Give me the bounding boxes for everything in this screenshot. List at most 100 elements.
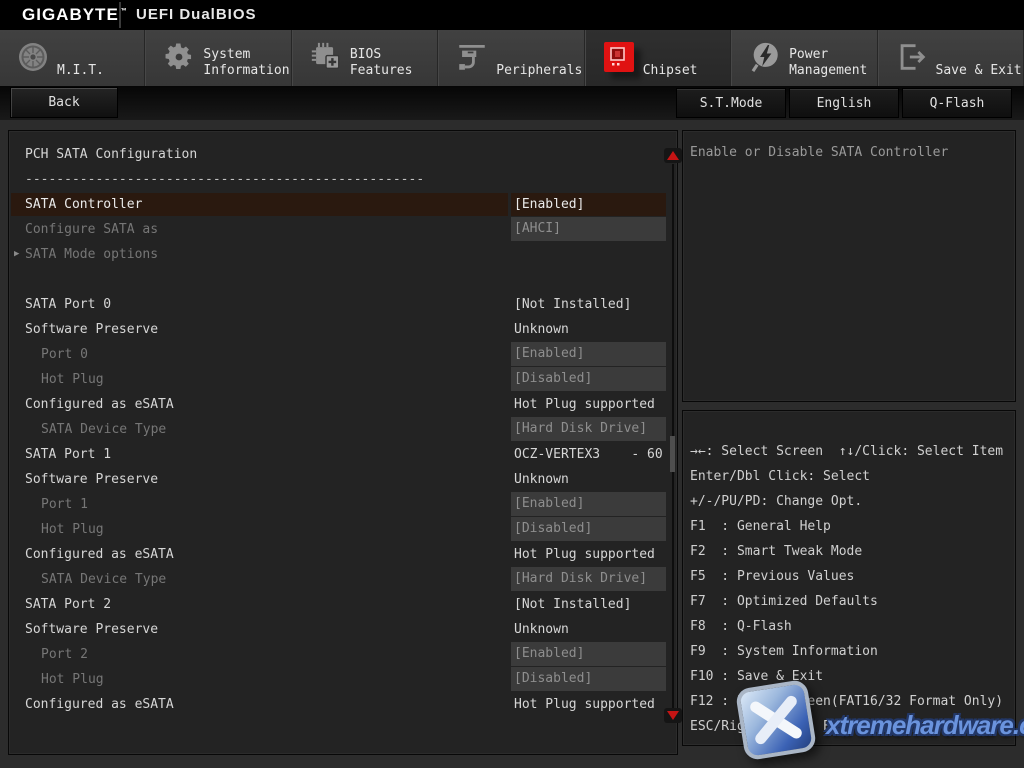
setting-label: Hot Plug xyxy=(41,667,104,692)
tab-label: Peripherals xyxy=(496,63,591,79)
tab-label: M.I.T. xyxy=(57,63,152,79)
scroll-down-icon xyxy=(667,711,679,720)
setting-label: Configure SATA as xyxy=(25,217,158,242)
setting-row-sata-device-type[interactable]: SATA Device Type[Hard Disk Drive] xyxy=(9,417,677,442)
setting-row-sata-port-2[interactable]: SATA Port 2 [Not Installed] xyxy=(9,592,677,617)
q-flash-button[interactable]: Q-Flash xyxy=(902,88,1012,118)
scroll-up-button[interactable] xyxy=(664,148,682,163)
setting-value: Unknown xyxy=(511,467,666,492)
chipset-icon xyxy=(602,40,636,74)
setting-row-configured-as-esata[interactable]: Configured as eSATA Hot Plug supported xyxy=(9,692,677,717)
key-legend-line: F8 : Q-Flash xyxy=(690,614,1012,639)
setting-label: Hot Plug xyxy=(41,517,104,542)
key-legend-line: F7 : Optimized Defaults xyxy=(690,589,1012,614)
setting-row-port-2[interactable]: Port 2[Enabled] xyxy=(9,642,677,667)
setting-label: SATA Device Type xyxy=(41,567,166,592)
submenu-arrow-icon: ▶ xyxy=(14,242,19,267)
setting-value: Hot Plug supported xyxy=(511,542,666,567)
tab-peripherals[interactable]: Peripherals xyxy=(438,30,584,86)
st-mode-button[interactable]: S.T.Mode xyxy=(676,88,786,118)
tab-label: Power Management xyxy=(789,47,884,79)
setting-row-configured-as-esata[interactable]: Configured as eSATA Hot Plug supported xyxy=(9,392,677,417)
tab-bios-features[interactable]: BIOS Features xyxy=(292,30,438,86)
setting-label: Configured as eSATA xyxy=(25,542,174,567)
setting-row-hot-plug[interactable]: Hot Plug [Disabled] xyxy=(9,667,677,692)
setting-label: SATA Port 1 xyxy=(25,442,111,467)
firmware-title: UEFI DualBIOS xyxy=(136,6,257,23)
peripherals-icon xyxy=(455,40,489,74)
back-button[interactable]: Back xyxy=(10,87,118,118)
setting-row-configured-as-esata[interactable]: Configured as eSATA Hot Plug supported xyxy=(9,542,677,567)
settings-panel: PCH SATA Configuration -----------------… xyxy=(8,130,678,755)
tab-label: BIOS Features xyxy=(350,47,445,79)
language-button[interactable]: English xyxy=(789,88,899,118)
gigabyte-logo: GIGABYTE™ xyxy=(22,5,128,25)
setting-label: Port 0 xyxy=(41,342,88,367)
setting-row-software-preserve[interactable]: Software PreserveUnknown xyxy=(9,617,677,642)
setting-row-sata-device-type[interactable]: SATA Device Type [Hard Disk Drive] xyxy=(9,567,677,592)
setting-value: Unknown xyxy=(511,617,666,642)
key-legend-line: Enter/Dbl Click: Select xyxy=(690,464,1012,489)
setting-value: [Disabled] xyxy=(511,517,666,541)
setting-value: [Hard Disk Drive] xyxy=(511,567,666,591)
setting-row-hot-plug[interactable]: Hot Plug[Disabled] xyxy=(9,367,677,392)
setting-label: Hot Plug xyxy=(41,367,104,392)
setting-label: Software Preserve xyxy=(25,317,158,342)
power-management-icon xyxy=(748,40,782,74)
tab-label: Chipset xyxy=(643,63,738,79)
key-legend-line: →←: Select Screen ↑↓/Click: Select Item xyxy=(690,439,1012,464)
settings-list: SATA Controller[Enabled]Configure SATA a… xyxy=(9,192,677,717)
bios-screen: GIGABYTE™ UEFI DualBIOS M.I.T.System Inf… xyxy=(0,0,1024,768)
item-help-panel: Enable or Disable SATA Controller xyxy=(682,130,1016,402)
setting-value: [Enabled] xyxy=(511,642,666,666)
key-legend-line: F2 : Smart Tweak Mode xyxy=(690,539,1012,564)
setting-label: SATA Port 2 xyxy=(25,592,111,617)
setting-value: Hot Plug supported xyxy=(511,392,666,417)
tab-label: System Information xyxy=(203,47,298,79)
setting-value: [Disabled] xyxy=(511,667,666,691)
setting-value: [Enabled] xyxy=(511,342,666,366)
setting-row-sata-controller[interactable]: SATA Controller[Enabled] xyxy=(9,192,677,217)
setting-value: OCZ-VERTEX3 - 60 xyxy=(511,442,666,467)
scroll-down-button[interactable] xyxy=(664,708,682,723)
tab-mit[interactable]: M.I.T. xyxy=(0,30,145,86)
title-divider: ----------------------------------------… xyxy=(25,167,424,192)
setting-value: Unknown xyxy=(511,317,666,342)
tab-power-management[interactable]: Power Management xyxy=(731,30,877,86)
title-bar: GIGABYTE™ UEFI DualBIOS xyxy=(0,0,1024,30)
setting-row-sata-port-1[interactable]: SATA Port 1 OCZ-VERTEX3 - 60 xyxy=(9,442,677,467)
setting-label: SATA Controller xyxy=(11,193,508,216)
key-legend-line: F1 : General Help xyxy=(690,514,1012,539)
setting-value: Hot Plug supported xyxy=(511,692,666,717)
toolbar: Back S.T.ModeEnglishQ-Flash xyxy=(0,86,1024,120)
system-information-icon xyxy=(162,40,196,74)
scrollbar-thumb[interactable] xyxy=(670,436,675,472)
watermark-text: xtremehardware.com xyxy=(826,710,1024,741)
setting-label: Configured as eSATA xyxy=(25,692,174,717)
setting-label: SATA Port 0 xyxy=(25,292,111,317)
setting-row-port-1[interactable]: Port 1[Enabled] xyxy=(9,492,677,517)
tab-save-exit[interactable]: Save & Exit xyxy=(878,30,1024,86)
setting-value: [Not Installed] xyxy=(511,592,666,617)
setting-value: [AHCI] xyxy=(511,217,666,241)
setting-row-port-0[interactable]: Port 0 [Enabled] xyxy=(9,342,677,367)
setting-label: Port 1 xyxy=(41,492,88,517)
top-tab-bar: M.I.T.System InformationBIOS FeaturesPer… xyxy=(0,30,1024,86)
setting-label: Configured as eSATA xyxy=(25,392,174,417)
key-legend-line: F9 : System Information xyxy=(690,639,1012,664)
setting-label: Software Preserve xyxy=(25,467,158,492)
setting-value: [Enabled] xyxy=(511,193,666,216)
setting-row-hot-plug[interactable]: Hot Plug [Disabled] xyxy=(9,517,677,542)
mit-icon xyxy=(16,40,50,74)
setting-row-software-preserve[interactable]: Software Preserve Unknown xyxy=(9,317,677,342)
setting-row-configure-sata-as[interactable]: Configure SATA as [AHCI] xyxy=(9,217,677,242)
setting-row-sata-mode-options[interactable]: ▶SATA Mode options xyxy=(9,242,677,267)
tab-chipset[interactable]: Chipset xyxy=(585,30,731,86)
setting-row-sata-port-0[interactable]: SATA Port 0[Not Installed] xyxy=(9,292,677,317)
setting-row-software-preserve[interactable]: Software Preserve Unknown xyxy=(9,467,677,492)
key-legend-line: +/-/PU/PD: Change Opt. xyxy=(690,489,1012,514)
tab-system-information[interactable]: System Information xyxy=(145,30,291,86)
save-exit-icon xyxy=(895,40,929,74)
item-help-text: Enable or Disable SATA Controller xyxy=(690,143,948,163)
setting-label: SATA Mode options xyxy=(25,242,158,267)
